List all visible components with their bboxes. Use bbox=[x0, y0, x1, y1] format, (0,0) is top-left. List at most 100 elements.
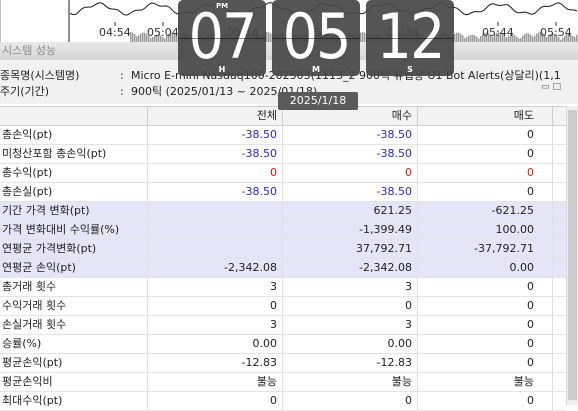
volume-bar bbox=[134, 34, 136, 42]
row-sell-value: 0 bbox=[418, 297, 553, 315]
row-buy-value: 불능 bbox=[283, 373, 418, 391]
table-row[interactable]: 총거래 횟수 3 3 0 bbox=[0, 278, 566, 297]
table-row[interactable]: 미청산포함 총손익(pt) -38.50 -38.50 0 bbox=[0, 145, 566, 164]
header-item-column[interactable] bbox=[0, 107, 148, 125]
table-row[interactable]: 손실거래 횟수 3 3 0 bbox=[0, 316, 566, 335]
row-total-value: 0 bbox=[148, 297, 283, 315]
row-total-value: 0 bbox=[148, 164, 283, 182]
table-row[interactable]: 평균손익(pt) -12.83 -12.83 0 bbox=[0, 354, 566, 373]
table-row[interactable]: 수익거래 횟수 0 0 0 bbox=[0, 297, 566, 316]
clock-s-label: S bbox=[407, 65, 413, 74]
chart-time-label: 05:04 bbox=[147, 26, 179, 39]
volume-bar bbox=[526, 33, 528, 42]
row-sell-value: 불능 bbox=[418, 373, 553, 391]
table-row[interactable]: 총손실(pt) -38.50 -38.50 0 bbox=[0, 183, 566, 202]
row-label: 평균손익비 bbox=[0, 373, 148, 391]
volume-bar bbox=[144, 32, 146, 42]
volume-bar bbox=[140, 33, 142, 42]
clock-m-label: M bbox=[312, 65, 320, 74]
row-label: 승률(%) bbox=[0, 335, 148, 353]
volume-bar bbox=[460, 33, 462, 42]
row-total-value bbox=[148, 202, 283, 220]
row-buy-value: 37,792.71 bbox=[283, 240, 418, 258]
row-buy-value: -1,399.49 bbox=[283, 221, 418, 239]
colon-separator: : bbox=[120, 85, 124, 98]
volume-bar bbox=[472, 34, 474, 42]
row-label: 총수익(pt) bbox=[0, 164, 148, 182]
row-label: 총손익(pt) bbox=[0, 126, 148, 144]
table-row[interactable]: 승률(%) 0.00 0.00 0 bbox=[0, 335, 566, 354]
table-row[interactable]: 평균손익비 불능 불능 불능 bbox=[0, 373, 566, 392]
volume-bar bbox=[576, 34, 578, 42]
row-buy-value: -38.50 bbox=[283, 183, 418, 201]
row-buy-value: 0 bbox=[283, 297, 418, 315]
volume-bar bbox=[524, 33, 526, 42]
row-total-value: 0 bbox=[148, 392, 283, 410]
volume-bar bbox=[454, 33, 456, 42]
table-row[interactable]: 총손익(pt) -38.50 -38.50 0 bbox=[0, 126, 566, 145]
row-label: 연평균 가격변화(pt) bbox=[0, 240, 148, 258]
row-sell-value: -621.25 bbox=[418, 202, 553, 220]
table-row[interactable]: 기간 가격 변화(pt) 621.25 -621.25 bbox=[0, 202, 566, 221]
chart-time-label: 04:54 bbox=[99, 26, 131, 39]
row-label: 수익거래 횟수 bbox=[0, 297, 148, 315]
header-total-column[interactable]: 전체 bbox=[148, 107, 283, 125]
table-row[interactable]: 최대수익(pt) 0 0 0 bbox=[0, 392, 566, 411]
row-total-value: -38.50 bbox=[148, 126, 283, 144]
restore-icon[interactable]: ▭ bbox=[541, 82, 553, 92]
table-row[interactable]: 총수익(pt) 0 0 0 bbox=[0, 164, 566, 183]
row-label: 손실거래 횟수 bbox=[0, 316, 148, 334]
scrollbar-thumb[interactable] bbox=[568, 110, 577, 400]
row-total-value: 불능 bbox=[148, 373, 283, 391]
row-sell-value: 0 bbox=[418, 316, 553, 334]
row-total-value: 3 bbox=[148, 316, 283, 334]
row-sell-value: 0 bbox=[418, 278, 553, 296]
row-label: 총거래 횟수 bbox=[0, 278, 148, 296]
row-buy-value: -38.50 bbox=[283, 145, 418, 163]
row-sell-value: 0.00 bbox=[418, 259, 553, 277]
row-buy-value: -12.83 bbox=[283, 354, 418, 372]
volume-bar bbox=[132, 32, 134, 42]
table-body: 총손익(pt) -38.50 -38.50 0 미청산포함 총손익(pt) -38.50-… bbox=[0, 126, 566, 411]
volume-bar bbox=[470, 34, 472, 42]
row-total-value: 3 bbox=[148, 278, 283, 296]
row-total-value bbox=[148, 221, 283, 239]
vertical-scrollbar[interactable] bbox=[566, 106, 578, 405]
desktop-clock-widget[interactable]: PM 07 H 05 M 12 S bbox=[178, 0, 454, 78]
row-total-value: -38.50 bbox=[148, 145, 283, 163]
system-name-label: 종목명(시스템명) bbox=[0, 69, 80, 82]
chart-time-label: 05:54 bbox=[540, 26, 572, 39]
colon-separator: : bbox=[120, 69, 124, 82]
row-label: 가격 변화대비 수익률(%) bbox=[0, 221, 148, 239]
panel-window-buttons[interactable]: ▭□ bbox=[541, 82, 564, 92]
table-row[interactable]: 가격 변화대비 수익률(%) -1,399.49 100.00 bbox=[0, 221, 566, 240]
volume-bar bbox=[536, 33, 538, 42]
row-buy-value: -38.50 bbox=[283, 126, 418, 144]
table-row[interactable]: 연평균 가격변화(pt) 37,792.71 -37,792.71 bbox=[0, 240, 566, 259]
row-sell-value: -37,792.71 bbox=[418, 240, 553, 258]
clock-fold-line bbox=[178, 38, 266, 39]
maximize-icon[interactable]: □ bbox=[552, 82, 564, 92]
row-label: 평균손익(pt) bbox=[0, 354, 148, 372]
row-buy-value: 3 bbox=[283, 316, 418, 334]
row-total-value: -12.83 bbox=[148, 354, 283, 372]
clock-hours: 07 bbox=[188, 0, 258, 73]
table-row[interactable]: 연평균 손익(pt) -2,342.08 -2,342.08 0.00 bbox=[0, 259, 566, 278]
row-sell-value: 0 bbox=[418, 145, 553, 163]
volume-bar bbox=[528, 33, 530, 42]
header-sell-column[interactable]: 매도 bbox=[418, 107, 553, 125]
clock-seconds-panel: 12 S bbox=[366, 0, 454, 76]
row-buy-value: 3 bbox=[283, 278, 418, 296]
performance-table: 전체 매수 매도 총손익(pt) -38.50 -38.50 0 미청산포함 총손익(p… bbox=[0, 106, 566, 411]
row-total-value: 0.00 bbox=[148, 335, 283, 353]
row-sell-value: 0 bbox=[418, 335, 553, 353]
row-buy-value: 0 bbox=[283, 164, 418, 182]
row-buy-value: 0.00 bbox=[283, 335, 418, 353]
volume-bar bbox=[456, 32, 458, 42]
row-label: 연평균 손익(pt) bbox=[0, 259, 148, 277]
row-label: 총손실(pt) bbox=[0, 183, 148, 201]
row-buy-value: 0 bbox=[283, 392, 418, 410]
row-sell-value: 0 bbox=[418, 183, 553, 201]
volume-bar bbox=[458, 32, 460, 42]
row-total-value: -38.50 bbox=[148, 183, 283, 201]
